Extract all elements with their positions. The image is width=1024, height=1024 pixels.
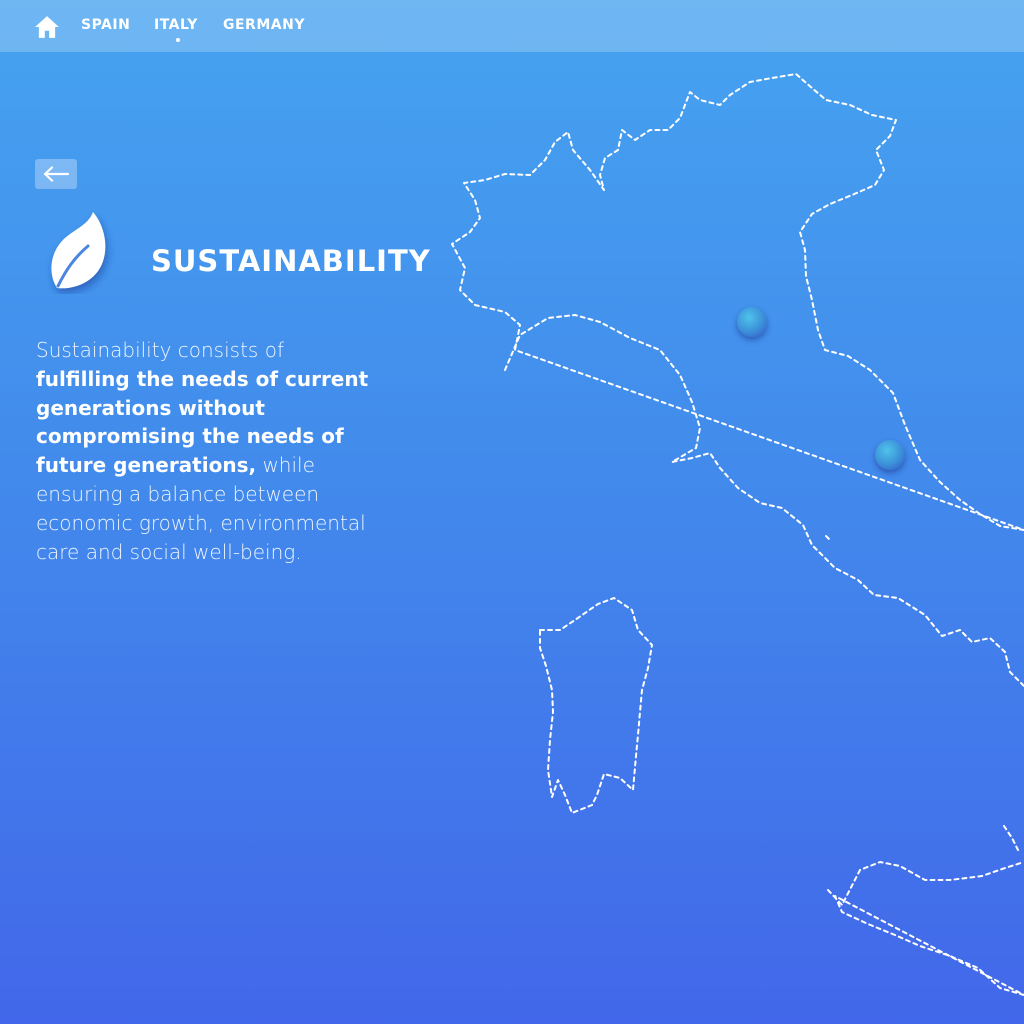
sicily-outline	[827, 861, 1024, 996]
nav-link-italy[interactable]: ITALY	[154, 17, 198, 33]
nav-link-spain[interactable]: SPAIN	[81, 17, 130, 33]
small-island-outline	[825, 535, 831, 541]
map-marker-north[interactable]	[737, 307, 767, 337]
active-nav-indicator	[176, 38, 180, 42]
section-description: Sustainability consists of fulfilling th…	[36, 336, 381, 566]
island-outline	[1003, 825, 1019, 851]
sardinia-outline	[539, 597, 653, 814]
nav-link-germany[interactable]: GERMANY	[223, 17, 305, 33]
description-emphasis: fulfilling the needs of current generati…	[36, 366, 369, 478]
arrow-left-icon	[43, 166, 70, 182]
leaf-icon	[51, 212, 106, 289]
map-marker-central[interactable]	[875, 440, 905, 470]
back-button[interactable]	[35, 159, 77, 189]
mainland-outline	[451, 73, 1024, 687]
italy-map	[451, 73, 1024, 996]
home-icon[interactable]	[34, 14, 60, 40]
top-navigation-bar: SPAIN ITALY GERMANY	[0, 0, 1024, 52]
section-title: SUSTAINABILITY	[151, 244, 431, 278]
description-intro: Sustainability consists of	[36, 338, 284, 362]
